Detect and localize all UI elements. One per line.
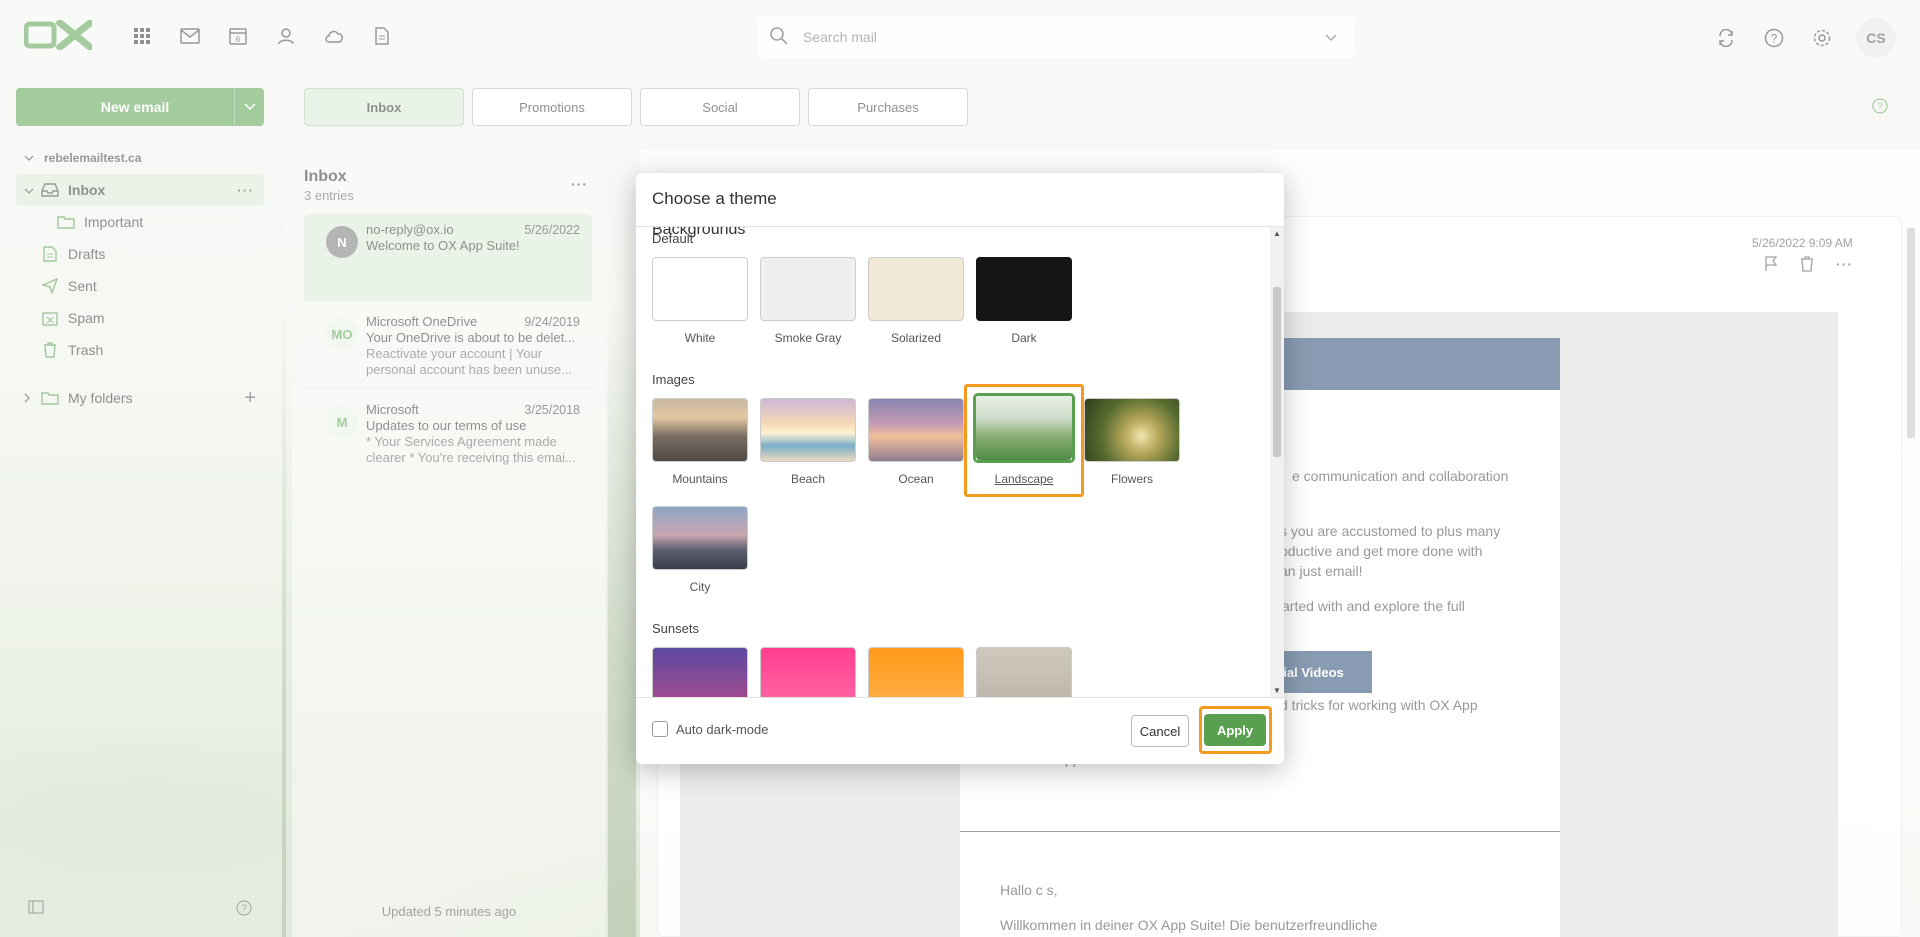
- divider: [636, 697, 1284, 698]
- theme-swatch-sunset[interactable]: [868, 647, 964, 697]
- swatch-label: White: [684, 331, 716, 345]
- theme-swatch-sunset[interactable]: [760, 647, 856, 697]
- swatch-label: Smoke Gray: [774, 331, 842, 345]
- theme-swatch-smoke-gray[interactable]: [760, 257, 856, 321]
- swatch-label: Mountains: [672, 472, 728, 486]
- theme-swatch-sunset[interactable]: [976, 647, 1072, 697]
- swatch-label: Solarized: [890, 331, 942, 345]
- group-label-images: Images: [652, 372, 695, 387]
- theme-swatch-beach[interactable]: [760, 398, 856, 462]
- dialog-title: Choose a theme: [652, 189, 777, 208]
- swatch-label: Landscape: [994, 472, 1054, 486]
- auto-dark-mode-option[interactable]: Auto dark-mode: [652, 721, 769, 737]
- theme-list: Backgrounds Default White Smoke Gray Sol…: [636, 227, 1270, 697]
- choose-theme-dialog: Choose a theme Backgrounds Default White…: [636, 173, 1284, 764]
- dialog-scrollbar[interactable]: ▲ ▼: [1270, 227, 1284, 697]
- auto-dark-mode-checkbox[interactable]: [652, 721, 668, 737]
- auto-dark-mode-label: Auto dark-mode: [676, 721, 769, 737]
- theme-swatch-white[interactable]: [652, 257, 748, 321]
- theme-swatch-landscape[interactable]: [976, 396, 1072, 460]
- theme-swatch-solarized[interactable]: [868, 257, 964, 321]
- scroll-up-icon[interactable]: ▲: [1273, 229, 1281, 238]
- scroll-down-icon[interactable]: ▼: [1273, 686, 1281, 695]
- theme-swatch-ocean[interactable]: [868, 398, 964, 462]
- swatch-label: City: [689, 580, 711, 594]
- swatch-label: Flowers: [1110, 472, 1153, 486]
- group-label-sunsets: Sunsets: [652, 621, 699, 636]
- swatch-label: Ocean: [898, 472, 934, 486]
- swatch-label: Dark: [1011, 331, 1037, 345]
- theme-swatch-city[interactable]: [652, 506, 748, 570]
- theme-swatch-sunset[interactable]: [652, 647, 748, 697]
- group-label-default: Default: [652, 231, 694, 246]
- cancel-button[interactable]: Cancel: [1131, 715, 1189, 747]
- theme-swatch-flowers[interactable]: [1084, 398, 1180, 462]
- theme-swatch-dark[interactable]: [976, 257, 1072, 321]
- theme-swatch-mountains[interactable]: [652, 398, 748, 462]
- swatch-label: Beach: [790, 472, 826, 486]
- apply-button[interactable]: Apply: [1204, 714, 1266, 746]
